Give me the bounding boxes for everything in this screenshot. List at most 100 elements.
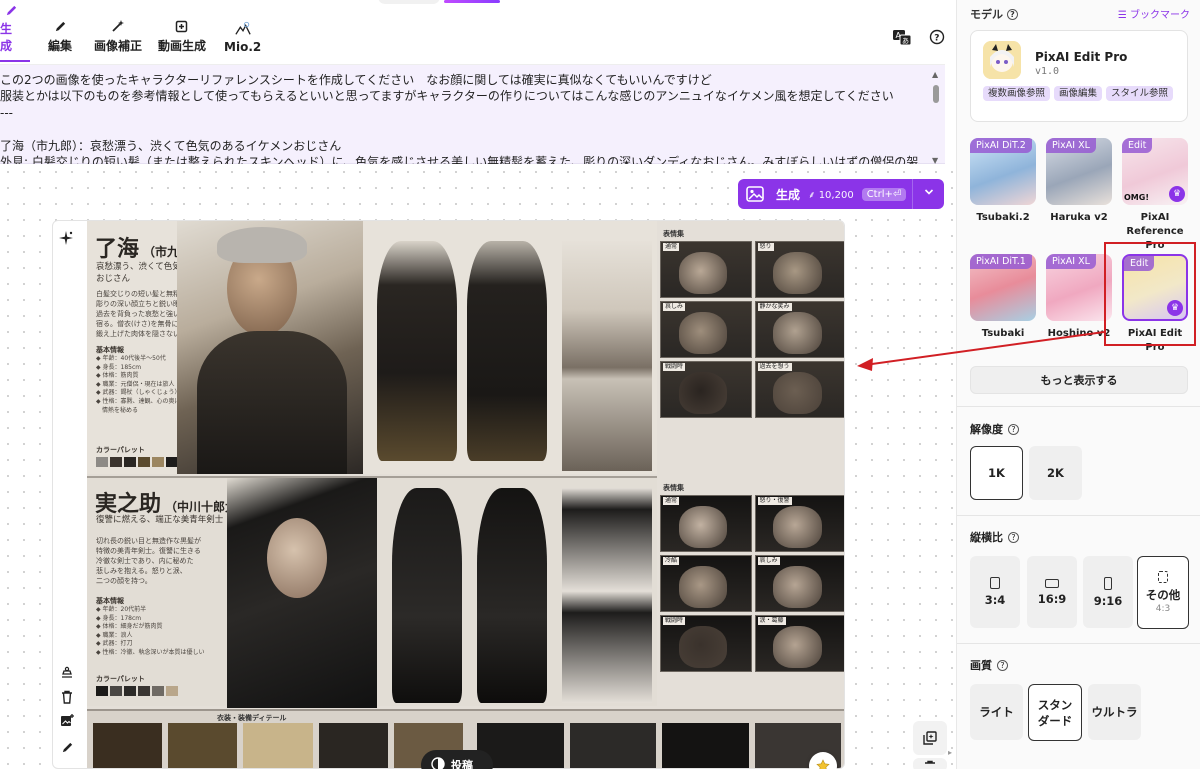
character-2-palette-title: カラーパレット (96, 675, 145, 683)
expression-label: 過去を想う (757, 363, 792, 371)
quality-standard[interactable]: スタンダード (1028, 684, 1082, 741)
model-tag: 画像編集 (1054, 86, 1103, 101)
generate-cost: ⸙ 10,200 (808, 190, 854, 201)
expression-label: 戦闘時 (663, 617, 686, 625)
expression-cell: 過去を想う (754, 361, 844, 418)
resolution-2k[interactable]: 2K (1029, 446, 1082, 500)
model-label: Hoshino v2 (1047, 328, 1111, 339)
mio-mountain-icon (234, 21, 251, 37)
chevron-down-icon[interactable] (924, 187, 934, 200)
aspect-tall-icon (1104, 576, 1112, 590)
divider (957, 643, 1200, 644)
aspect-portrait-icon (990, 577, 1000, 589)
expression-cell: 哀しみ (660, 301, 752, 358)
expression-label: 怒り (757, 243, 774, 251)
resolution-1k[interactable]: 1K (970, 446, 1023, 500)
expression-label: 通常 (663, 243, 680, 251)
generate-button[interactable]: 生成 ⸙ 10,200 Ctrl+⏎ (738, 179, 944, 209)
tab-mio[interactable]: Mio.2 (220, 16, 265, 62)
character-2-back-view (477, 488, 547, 703)
character-1-portrait (177, 221, 363, 474)
translate-icon[interactable]: Aあ (892, 28, 912, 46)
sparkle-icon[interactable] (59, 230, 73, 249)
bookmark-link[interactable]: ☰ ブックマーク (1118, 6, 1190, 21)
selected-model-card[interactable]: PixAI Edit Pro v1.0 複数画像参照 画像編集 スタイル参照 (970, 30, 1188, 122)
help-icon[interactable]: ? (1008, 424, 1019, 435)
tab-edit[interactable]: 編集 (44, 16, 76, 62)
aspect-9-16[interactable]: 9:16 (1083, 556, 1133, 628)
help-icon[interactable]: ? (997, 660, 1008, 671)
help-icon[interactable]: ? (1008, 532, 1019, 543)
delete-tool-button[interactable] (913, 758, 947, 769)
model-item-tsubaki2[interactable]: PixAI DiT.2 Tsubaki.2 (970, 138, 1036, 225)
character-2-tagline: 復讐に燃える、端正な美青年剣士 (96, 515, 224, 525)
expression-label: 哀しみ (663, 303, 686, 311)
help-icon[interactable]: ? (1007, 9, 1018, 20)
model-tag: 複数画像参照 (983, 86, 1051, 101)
expression-cell: 通常 (660, 241, 752, 298)
model-thumbnail: PixAI XL (1046, 254, 1112, 321)
character-2-expression-grid: 通常 怒り・復讐 冷酷 哀しみ 戦闘時 涙・葛藤 (660, 495, 844, 672)
expression-face (678, 372, 728, 414)
tab-generate[interactable]: 生成 (0, 5, 30, 62)
character-reference-sheet[interactable]: 了海 （市九郎） 哀愁漂う、渋くて色気のある おじさん 白髪交じりの短い髪と無精髭… (87, 221, 844, 768)
expression-label: 静かな笑み (757, 303, 792, 311)
model-item-tsubaki[interactable]: PixAI DiT.1 Tsubaki (970, 254, 1036, 341)
model-item-haruka-v2[interactable]: PixAI XL Haruka v2 (1046, 138, 1112, 225)
tab-video[interactable]: 動画生成 (154, 16, 210, 62)
crown-icon: ♛ (1169, 186, 1185, 202)
character-section-2: 実之助 （中川十郎太） 復讐に燃える、端正な美青年剣士 切れ長の鋭い目と無造作な黒… (87, 476, 657, 708)
costume-thumb (243, 723, 313, 768)
palette-swatch (166, 686, 178, 696)
image-add-icon[interactable] (58, 712, 76, 730)
character-2-info: ◆ 年齢：20代前半 ◆ 身長：178cm ◆ 体格：細身だが筋肉質 ◆ 職業：… (96, 606, 205, 656)
prompt-textarea[interactable]: この2つの画像を使ったキャラクターリファレンスシートを作成してください なお顔に… (0, 72, 925, 164)
help-icon[interactable]: ? (929, 29, 949, 47)
collapse-handle-icon[interactable]: ▸ (948, 748, 956, 758)
top-pill[interactable] (378, 0, 440, 4)
quality-ultra[interactable]: ウルトラ (1088, 684, 1141, 740)
top-accent-bar (444, 0, 500, 3)
add-to-canvas-button[interactable] (913, 721, 947, 755)
scroll-thumb[interactable] (933, 85, 939, 103)
divider (957, 515, 1200, 516)
quality-light[interactable]: ライト (970, 684, 1023, 740)
app-root: 生成 編集 画像補正 動画生成 Mio.2 Aあ ? この2つの画像を使ったキャ… (0, 0, 1200, 769)
stamp-icon[interactable] (58, 663, 76, 681)
model-item-hoshino-v2[interactable]: PixAI XL Hoshino v2 (1046, 254, 1112, 341)
model-item-reference-pro[interactable]: Edit OMG! ♛ PixAI Reference Pro (1122, 138, 1188, 253)
mode-tabs: 生成 編集 画像補正 動画生成 Mio.2 (0, 5, 265, 62)
aspect-label: その他 (1145, 588, 1181, 602)
expression-face (678, 252, 728, 294)
character-1-back-view (467, 241, 547, 461)
model-label: Tsubaki (981, 328, 1025, 339)
aspect-other[interactable]: その他 4:3 (1137, 556, 1189, 629)
character-1-expression-grid: 通常 怒り哀しみ 静かな笑み戦闘時 過去を想う (660, 241, 844, 418)
expression-label: 哀しみ (757, 557, 780, 565)
tab-image-fix[interactable]: 画像補正 (90, 16, 146, 62)
trash-icon[interactable] (58, 688, 76, 706)
generated-image-card[interactable]: 了海 （市九郎） 哀愁漂う、渋くて色気のある おじさん 白髪交じりの短い髪と無精髭… (52, 220, 845, 769)
prompt-scrollbar[interactable]: ▲ ▼ (931, 71, 941, 165)
character-2-head-studies (562, 488, 652, 703)
aspect-title: 縦横比? (970, 529, 1019, 545)
expression-face (773, 506, 822, 548)
palette-swatch (152, 686, 164, 696)
edit-icon[interactable] (58, 738, 76, 756)
aspect-16-9[interactable]: 16:9 (1027, 556, 1077, 628)
highlight-box (1104, 242, 1196, 346)
model-badge: Edit (1122, 138, 1153, 153)
prompt-box[interactable]: この2つの画像を使ったキャラクターリファレンスシートを作成してください なお顔に… (0, 64, 945, 165)
image-sparkle-icon (923, 731, 937, 745)
post-button[interactable]: 投稿 (421, 750, 493, 769)
button-divider (912, 179, 913, 209)
magic-wand-icon (110, 18, 126, 34)
costume-thumbnails-2 (477, 723, 841, 768)
show-more-button[interactable]: もっと表示する (970, 366, 1188, 394)
costume-thumb (569, 723, 656, 768)
aspect-3-4[interactable]: 3:4 (970, 556, 1020, 628)
scroll-up-icon[interactable]: ▲ (932, 71, 938, 79)
expression-face (773, 566, 822, 608)
expression-label: 戦闘時 (663, 363, 686, 371)
character-1-palette (96, 457, 178, 467)
